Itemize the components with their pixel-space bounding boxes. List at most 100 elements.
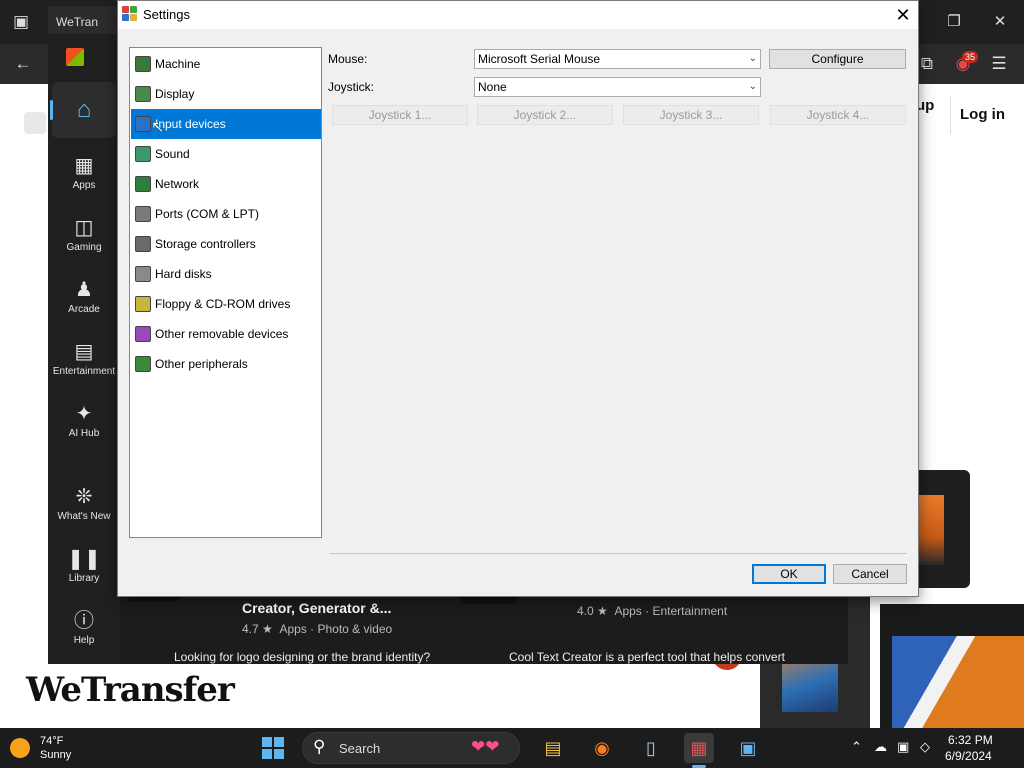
joystick-3-button[interactable]: Joystick 3... — [623, 105, 759, 125]
joystick-select[interactable]: None ⌄ — [474, 77, 761, 97]
joystick-label: Joystick: — [328, 80, 375, 94]
menu-icon[interactable]: ☰ — [986, 51, 1012, 77]
removable-devices-icon — [135, 326, 151, 342]
category-label: Hard disks — [155, 267, 212, 281]
peripherals-icon — [135, 356, 151, 372]
promo-image — [918, 495, 944, 565]
megaphone-icon: ❊ — [75, 486, 93, 508]
weather-condition[interactable]: Sunny — [40, 749, 71, 761]
cancel-button[interactable]: Cancel — [833, 564, 907, 584]
storage-controllers-icon — [135, 236, 151, 252]
category-label: Floppy & CD-ROM drives — [155, 297, 291, 311]
display-icon[interactable]: ▣ — [897, 739, 909, 755]
phone-link-icon[interactable]: ▯ — [636, 733, 666, 763]
nav-ai-hub[interactable]: ✦ AI Hub — [52, 400, 116, 456]
category-label: Storage controllers — [155, 237, 256, 251]
login-button[interactable]: Log in — [950, 96, 1014, 134]
app-card-description: Cool Text Creator is a perfect tool that… — [509, 650, 785, 664]
weather-temperature[interactable]: 74°F — [40, 735, 63, 747]
category-label: Ports (COM & LPT) — [155, 207, 260, 221]
back-arrow-icon[interactable]: ← — [10, 51, 36, 77]
category-item[interactable]: Display — [131, 79, 321, 109]
sound-icon — [135, 146, 151, 162]
category-item[interactable]: Sound — [131, 139, 321, 169]
nav-whats-new[interactable]: ❊ What's New — [52, 483, 116, 539]
category-item[interactable]: Storage controllers — [131, 229, 321, 259]
joystick-2-button[interactable]: Joystick 2... — [477, 105, 613, 125]
app-subcategory: Entertainment — [652, 604, 728, 618]
virtual-machine-app-icon[interactable]: ▦ — [684, 733, 714, 763]
app-card-description: Looking for logo designing or the brand … — [174, 650, 431, 664]
nav-arcade[interactable]: ♟ Arcade — [52, 276, 116, 332]
home-icon: ⌂ — [76, 96, 92, 123]
settings-category-list[interactable]: Machine Display Input devices ↖ Sound Network… — [129, 47, 322, 538]
category-item[interactable]: Other peripherals — [131, 349, 321, 379]
nav-home[interactable]: ⌂ — [52, 82, 116, 138]
sparkle-icon: ✦ — [75, 403, 93, 425]
category-item[interactable]: Ports (COM & LPT) — [131, 199, 321, 229]
mouse-cursor-icon: ↖ — [151, 119, 165, 136]
rating-value: 4.0 ★ — [577, 604, 608, 618]
category-item[interactable]: Hard disks — [131, 259, 321, 289]
sun-icon[interactable] — [10, 738, 30, 758]
nav-library[interactable]: ❚❚ Library — [52, 545, 116, 601]
library-icon: ❚❚ — [67, 548, 101, 570]
tab-actions-icon[interactable]: ▣ — [8, 9, 34, 35]
joystick-4-button[interactable]: Joystick 4... — [770, 105, 906, 125]
category-item[interactable]: Other removable devices — [131, 319, 321, 349]
network-icon[interactable]: ◇ — [920, 739, 930, 755]
help-icon: ⓘ — [74, 610, 94, 632]
app-card-rating: 4.7 ★ Apps · Photo & video — [242, 622, 393, 636]
apps-icon: ▦ — [74, 155, 94, 177]
cloud-icon[interactable]: ☁ — [874, 739, 887, 755]
chevron-down-icon: ⌄ — [748, 53, 757, 64]
taskbar-search[interactable]: ⚲ Search ❤❤ — [302, 732, 520, 764]
category-label: Machine — [155, 57, 201, 71]
clock-date[interactable]: 6/9/2024 — [945, 749, 992, 763]
browser-tab-title: WeTran — [56, 15, 99, 29]
mouse-label: Mouse: — [328, 52, 368, 66]
category-item[interactable]: Floppy & CD-ROM drives — [131, 289, 321, 319]
dialog-title-bar[interactable]: Settings ✕ — [118, 1, 918, 29]
firefox-icon[interactable]: ◉ — [587, 733, 617, 763]
mouse-select[interactable]: Microsoft Serial Mouse ⌄ — [474, 49, 761, 69]
ok-button[interactable]: OK — [752, 564, 826, 584]
chevron-down-icon: ⌄ — [748, 81, 757, 92]
extension-badge: 35 — [962, 51, 979, 63]
restore-icon[interactable]: ❐ — [942, 10, 966, 34]
app-card-rating: 4.0 ★ Apps · Entertainment — [577, 604, 728, 618]
app-category: Apps — [614, 604, 642, 618]
category-item[interactable]: Input devices ↖ — [131, 109, 321, 139]
category-item[interactable]: Network — [131, 169, 321, 199]
nav-selection-indicator — [50, 100, 53, 120]
microsoft-store-icon[interactable]: ▣ — [733, 733, 763, 763]
start-button[interactable] — [262, 737, 284, 759]
app-card-title[interactable]: Creator, Generator &... — [242, 600, 391, 616]
machine-icon — [135, 56, 151, 72]
wetransfer-logo: WeTransfer — [26, 670, 235, 710]
settings-app-icon — [122, 6, 138, 22]
clock-time[interactable]: 6:32 PM — [948, 733, 993, 747]
category-item[interactable]: Machine — [131, 49, 321, 79]
nav-help[interactable]: ⓘ Help — [52, 607, 116, 663]
joystick-1-button[interactable]: Joystick 1... — [332, 105, 468, 125]
category-label: Other removable devices — [155, 327, 289, 341]
category-label: Other peripherals — [155, 357, 248, 371]
hard-disk-icon — [135, 266, 151, 282]
configure-button[interactable]: Configure — [769, 49, 906, 69]
chevron-up-icon[interactable]: ⌃ — [851, 739, 862, 755]
close-icon[interactable]: ✕ — [988, 10, 1012, 34]
nav-entertainment[interactable]: ▤ Entertainment — [52, 338, 116, 394]
file-explorer-icon[interactable]: ▤ — [538, 733, 568, 763]
app-subcategory: Photo & video — [317, 622, 393, 636]
close-icon[interactable]: ✕ — [888, 2, 918, 28]
rating-value: 4.7 ★ — [242, 622, 273, 636]
network-icon — [135, 176, 151, 192]
nav-apps[interactable]: ▦ Apps — [52, 152, 116, 208]
settings-dialog: Settings ✕ Machine Display Input devices ↖ S… — [117, 0, 919, 597]
floppy-cdrom-icon — [135, 296, 151, 312]
nav-gaming[interactable]: ◫ Gaming — [52, 214, 116, 270]
dialog-title: Settings — [143, 7, 190, 22]
category-label: Display — [155, 87, 195, 101]
mouse-select-value: Microsoft Serial Mouse — [478, 52, 601, 66]
